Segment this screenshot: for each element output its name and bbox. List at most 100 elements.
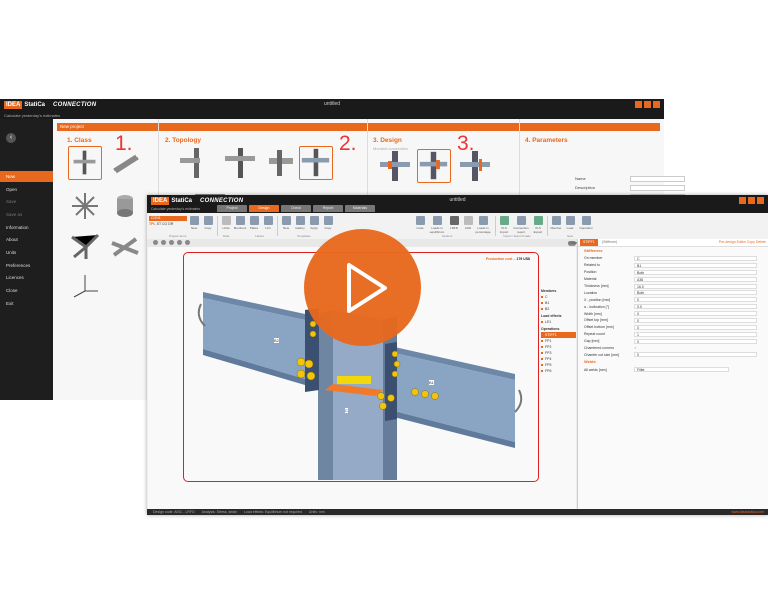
close-button[interactable] — [757, 197, 764, 204]
topology-thumb-selected[interactable] — [299, 146, 333, 180]
tab-materials[interactable]: Materials — [345, 205, 375, 212]
tab-report[interactable]: Report — [313, 205, 343, 212]
ribbon-loads-percentage[interactable]: Loads in percentage — [475, 216, 491, 234]
properties-tab[interactable]: STIFF1 — [580, 239, 598, 246]
material-select[interactable]: A36 — [634, 276, 757, 282]
menu-about[interactable]: About — [0, 234, 53, 245]
class-thumb-6[interactable] — [108, 229, 142, 263]
class-thumb-2[interactable] — [108, 146, 142, 180]
ribbon-copy[interactable]: Copy — [201, 216, 215, 230]
ribbon-new[interactable]: New — [187, 216, 201, 230]
main-tabs: Project Design Check Report Materials — [217, 205, 375, 212]
class-thumb-4[interactable] — [108, 189, 142, 223]
position-select[interactable]: Both — [634, 269, 757, 275]
width-input[interactable]: 0 — [634, 311, 757, 317]
ribbon-code[interactable]: Code — [413, 216, 427, 230]
class-thumb-5[interactable] — [68, 229, 102, 263]
thickness-input[interactable]: 16.0 — [634, 283, 757, 289]
view-wireframe[interactable]: Wireframe — [571, 241, 587, 246]
ribbon-members[interactable]: Members — [233, 216, 247, 230]
ribbon-lc1[interactable]: LC1 — [261, 216, 275, 230]
repeat-count-input[interactable]: 1 — [634, 331, 757, 337]
design-thumb-3[interactable] — [458, 149, 492, 183]
chamfer-cut-input[interactable]: 0 — [634, 352, 757, 358]
menu-units[interactable]: Units — [0, 247, 53, 258]
menu-new[interactable]: New — [0, 171, 53, 182]
ribbon-connection-report[interactable]: Connection report — [513, 216, 529, 234]
properties-actions[interactable]: Pre-design Editor Copy Delete — [719, 239, 766, 246]
class-heading: 1. Class — [67, 137, 92, 144]
offset-top-input[interactable]: 0 — [634, 317, 757, 323]
description-field[interactable] — [630, 184, 685, 191]
topology-thumb-1[interactable] — [178, 146, 212, 180]
design-thumb-1[interactable] — [378, 149, 412, 183]
ribbon-copy-template[interactable]: Copy — [321, 216, 335, 230]
minimize-button[interactable] — [739, 197, 746, 204]
parameters-heading: 4. Parameters — [525, 137, 568, 144]
tree-op-fp6[interactable]: FP6 — [541, 368, 576, 374]
tab-project[interactable]: Project — [217, 205, 247, 212]
stiffeners-section[interactable]: Stiffeners — [578, 247, 768, 255]
home-view-icon[interactable] — [153, 240, 158, 245]
tree-member-b2[interactable]: B2 — [541, 306, 576, 312]
menu-close[interactable]: Close — [0, 285, 53, 296]
pan-icon[interactable] — [177, 240, 182, 245]
ribbon-load[interactable]: Load — [563, 216, 577, 230]
menu-save-as[interactable]: Save as — [0, 209, 53, 220]
class-thumb-7[interactable] — [68, 269, 102, 303]
close-button[interactable] — [653, 101, 660, 108]
ribbon-operation[interactable]: Operation — [577, 216, 595, 230]
tab-check[interactable]: Check — [281, 205, 311, 212]
ribbon-xls-export[interactable]: XLS Export — [531, 216, 545, 234]
inclination-input[interactable]: 0.0 — [634, 304, 757, 310]
ribbon-new-template[interactable]: New — [279, 216, 293, 230]
ribbon-loads-equilibrium[interactable]: Loads in equilibrium — [429, 216, 445, 234]
ribbon-xls-import[interactable]: XLS Import — [497, 216, 511, 234]
ribbon-lrfd[interactable]: LRFD — [447, 216, 461, 230]
chamfered-corners-checkbox[interactable]: ✓ — [634, 346, 768, 350]
class-thumb-3[interactable] — [68, 189, 102, 223]
status-bar: Design code: AISC - LRFD Analysis: Stres… — [147, 509, 768, 515]
menu-save[interactable]: Save — [0, 196, 53, 207]
ribbon-member[interactable]: Member — [549, 216, 563, 230]
ribbon-gallery[interactable]: Gallery — [293, 216, 307, 230]
related-to-select[interactable]: B1 — [634, 262, 757, 268]
fit-view-icon[interactable] — [185, 240, 190, 245]
back-title-bar: IDEA StatiCa CONNECTION untitled — [0, 99, 664, 111]
rotate-icon[interactable] — [169, 240, 174, 245]
properties-panel: STIFF1 (Stiffener) Pre-design Editor Cop… — [577, 239, 768, 509]
menu-open[interactable]: Open — [0, 184, 53, 195]
x-position-input[interactable]: 0 — [634, 297, 757, 303]
location-select[interactable]: Both — [634, 290, 757, 296]
class-thumb-1[interactable] — [68, 146, 102, 180]
maximize-button[interactable] — [644, 101, 651, 108]
offset-bottom-input[interactable]: 0 — [634, 324, 757, 330]
tree-load-le1[interactable]: LE1 — [541, 319, 576, 325]
menu-information[interactable]: Information — [0, 222, 53, 233]
design-thumb-selected[interactable] — [417, 149, 451, 183]
name-field[interactable] — [630, 175, 685, 182]
minimize-button[interactable] — [635, 101, 642, 108]
website-link[interactable]: www.ideastatica.com — [731, 509, 764, 515]
menu-exit[interactable]: Exit — [0, 298, 53, 309]
ribbon-undo[interactable]: Undo — [219, 216, 233, 230]
ribbon-plates[interactable]: Plates — [247, 216, 261, 230]
topology-thumb-2[interactable] — [223, 146, 257, 180]
tab-design[interactable]: Design — [249, 205, 279, 212]
ribbon-asd[interactable]: ASD — [461, 216, 475, 230]
menu-licences[interactable]: Licences — [0, 272, 53, 283]
play-video-button[interactable] — [304, 229, 421, 346]
model-tree: Members C B1 B2 Load effects LE1 Operati… — [541, 287, 576, 374]
back-arrow-icon[interactable]: ‹ — [6, 133, 16, 143]
maximize-button[interactable] — [748, 197, 755, 204]
welds-type-select[interactable]: Fillet — [634, 367, 729, 373]
topology-thumb-3[interactable] — [263, 146, 297, 180]
ribbon-apply[interactable]: Apply — [307, 216, 321, 230]
menu-preferences[interactable]: Preferences — [0, 260, 53, 271]
on-member-select[interactable]: C — [634, 255, 757, 261]
gap-input[interactable]: 0 — [634, 338, 757, 344]
member-label-c: C — [345, 408, 348, 413]
new-project-header: New project — [57, 123, 660, 131]
welds-section[interactable]: Welds — [578, 358, 768, 366]
zoom-icon[interactable] — [161, 240, 166, 245]
